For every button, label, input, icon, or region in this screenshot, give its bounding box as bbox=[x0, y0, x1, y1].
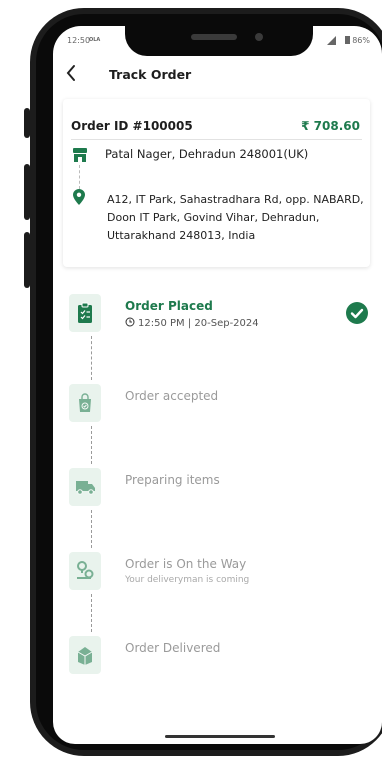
step-subtitle: Your deliveryman is coming bbox=[125, 575, 250, 585]
divider bbox=[71, 139, 362, 140]
chevron-left-icon[interactable] bbox=[65, 64, 77, 82]
store-address: Patal Nager, Dehradun 248001(UK) bbox=[105, 147, 309, 161]
step-order-placed: Order Placed 12:50 PM | 20-Sep-2024 bbox=[53, 294, 382, 344]
timeline-connector bbox=[91, 510, 92, 548]
step-title: Order is On the Way bbox=[125, 557, 247, 571]
timeline-connector bbox=[91, 336, 92, 380]
checkmark-icon bbox=[350, 308, 364, 319]
step-order-delivered: Order Delivered bbox=[53, 636, 382, 686]
step-order-accepted: Order accepted bbox=[53, 384, 382, 434]
step-preparing-items: Preparing items bbox=[53, 468, 382, 518]
top-app-bar: Track Order bbox=[53, 64, 382, 88]
status-carrier: OLA bbox=[89, 37, 101, 43]
battery-indicator: 86% bbox=[345, 36, 370, 45]
package-icon bbox=[77, 647, 93, 665]
route-line bbox=[79, 165, 80, 189]
front-camera bbox=[255, 33, 263, 41]
camera-notch bbox=[125, 26, 313, 56]
step-complete-check bbox=[346, 302, 368, 324]
step-icon-box bbox=[69, 552, 101, 590]
step-timestamp: 12:50 PM | 20-Sep-2024 bbox=[125, 317, 259, 329]
delivery-truck-icon bbox=[76, 481, 95, 495]
step-on-the-way: Order is On the Way Your deliveryman is … bbox=[53, 552, 382, 602]
step-icon-box bbox=[69, 384, 101, 422]
speaker-grille bbox=[191, 34, 237, 40]
step-icon-box bbox=[69, 636, 101, 674]
page-title: Track Order bbox=[109, 67, 192, 82]
location-pin-icon bbox=[73, 189, 85, 205]
route-pin-icon bbox=[77, 561, 94, 579]
store-icon bbox=[73, 148, 87, 162]
step-icon-box bbox=[69, 468, 101, 506]
step-title: Preparing items bbox=[125, 473, 220, 487]
timeline-connector bbox=[91, 426, 92, 464]
delivery-address: A12, IT Park, Sahastradhara Rd, opp. NAB… bbox=[107, 193, 364, 242]
step-title: Order Delivered bbox=[125, 641, 221, 655]
step-title: Order Placed bbox=[125, 299, 213, 313]
battery-icon bbox=[345, 36, 351, 44]
step-subtitle: 12:50 PM | 20-Sep-2024 bbox=[138, 318, 259, 329]
clipboard-icon bbox=[78, 302, 92, 323]
signal-icon bbox=[327, 36, 336, 45]
clock-icon bbox=[125, 317, 135, 327]
order-summary-card: Order ID #100005 ₹ 708.60 Patal Nager, D… bbox=[63, 99, 370, 267]
battery-level: 86% bbox=[352, 36, 370, 45]
order-id: Order ID #100005 bbox=[71, 119, 193, 133]
step-title: Order accepted bbox=[125, 389, 219, 403]
shopping-bag-icon bbox=[79, 393, 91, 412]
home-indicator[interactable] bbox=[165, 735, 275, 738]
order-amount: ₹ 708.60 bbox=[301, 119, 360, 133]
app-screen: 12:50 OLA 86% Track Order Order ID #1000… bbox=[53, 26, 382, 744]
step-icon-box bbox=[69, 294, 101, 332]
back-button[interactable] bbox=[65, 64, 77, 87]
status-time: 12:50 bbox=[67, 36, 91, 45]
timeline-connector bbox=[91, 594, 92, 632]
